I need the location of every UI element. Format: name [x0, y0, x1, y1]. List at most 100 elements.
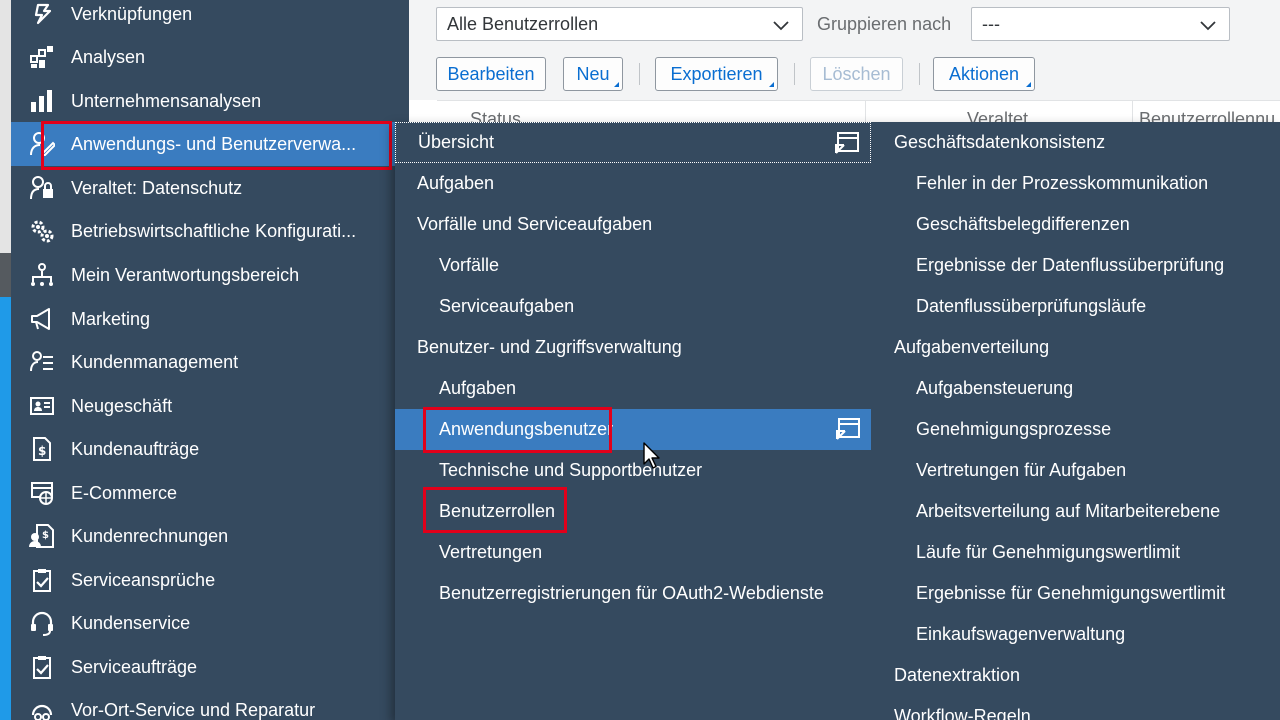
menu-item-label: Läufe für Genehmigungswertlimit [916, 542, 1181, 562]
toolbar: Bearbeiten Neu Exportieren Löschen Aktio… [409, 50, 1280, 100]
actions-button[interactable]: Aktionen [933, 57, 1035, 91]
menu-item-aufgabensteuerung[interactable]: Aufgabensteuerung [916, 368, 1073, 409]
menu-item-genehmigungsprozesse[interactable]: Genehmigungsprozesse [916, 409, 1111, 450]
sidebar-item-neugeschaeft[interactable]: Neugeschäft [11, 384, 409, 428]
sidebar-item-mein-verantwortungsbereich[interactable]: Mein Verantwortungsbereich [11, 253, 409, 297]
menu-item-benutzerregistrierungen-oauth2[interactable]: Benutzerregistrierungen für OAuth2-Webdi… [395, 573, 871, 614]
menu-item-vertretungen-fuer-aufgaben[interactable]: Vertretungen für Aufgaben [916, 450, 1126, 491]
edit-button[interactable]: Bearbeiten [436, 57, 546, 91]
dropdown-indicator-icon [769, 82, 774, 87]
menu-item-fehler-prozesskommunikation[interactable]: Fehler in der Prozesskommunikation [916, 163, 1208, 204]
menu-item-technische-und-supportbenutzer[interactable]: Technische und Supportbenutzer [395, 450, 871, 491]
sidebar-item-label: Mein Verantwortungsbereich [71, 264, 300, 285]
delete-button[interactable]: Löschen [810, 57, 903, 91]
menu-item-label: Datenextraktion [894, 665, 1021, 685]
link-icon [27, 0, 57, 29]
svg-text:$: $ [38, 444, 46, 458]
new-button[interactable]: Neu [563, 57, 623, 91]
menu-item-label: Geschäftsdatenkonsistenz [894, 132, 1106, 152]
edit-button-label: Bearbeiten [447, 63, 535, 84]
flyout-menu: Übersicht Aufgaben Vorfälle und Servicea… [395, 122, 1280, 720]
sidebar-item-verknuepfungen[interactable]: Verknüpfungen [11, 0, 409, 36]
menu-item-label: Aufgabensteuerung [916, 378, 1074, 398]
sidebar-item-analysen[interactable]: Analysen [11, 35, 409, 79]
menu-item-anwendungsbenutzer[interactable]: Anwendungsbenutzer [395, 409, 871, 450]
menu-item-aufgaben[interactable]: Aufgaben [395, 163, 871, 204]
sidebar-item-label: E-Commerce [71, 482, 178, 503]
bar-chart-icon [27, 86, 57, 116]
role-filter-value: Alle Benutzerrollen [447, 13, 599, 34]
sidebar-item-betriebswirtschaftliche-konfiguration[interactable]: Betriebswirtschaftliche Konfigurati... [11, 209, 409, 253]
menu-item-label: Ergebnisse für Genehmigungswertlimit [916, 583, 1226, 603]
invoice-icon: $ [27, 521, 57, 551]
sidebar-item-kundenmanagement[interactable]: Kundenmanagement [11, 340, 409, 384]
user-edit-icon [27, 129, 57, 159]
menu-item-label: Benutzerregistrierungen für OAuth2-Webdi… [439, 583, 824, 603]
sidebar-item-kundenservice[interactable]: Kundenservice [11, 601, 409, 645]
sidebar-item-label: Serviceaufträge [71, 656, 198, 677]
menu-item-aufgaben-benutzer[interactable]: Aufgaben [395, 368, 871, 409]
sidebar-item-serviceauftraege[interactable]: Serviceaufträge [11, 645, 409, 689]
menu-item-arbeitsverteilung-mitarbeiterebene[interactable]: Arbeitsverteilung auf Mitarbeiterebene [916, 491, 1220, 532]
menu-item-label: Arbeitsverteilung auf Mitarbeiterebene [916, 501, 1221, 521]
menu-item-vorfaelle[interactable]: Vorfälle [395, 245, 871, 286]
id-card-icon [27, 391, 57, 421]
new-button-label: Neu [576, 63, 610, 84]
sidebar-item-marketing[interactable]: Marketing [11, 297, 409, 341]
menu-item-label: Aufgaben [439, 378, 517, 398]
sidebar-item-label: Kundenaufträge [71, 438, 200, 459]
sidebar-item-vor-ort-service[interactable]: Vor-Ort-Service und Reparatur [11, 688, 409, 720]
sidebar-item-label: Kundenservice [71, 612, 191, 633]
sidebar-item-label: Anwendungs- und Benutzerverwa... [71, 133, 357, 154]
menu-item-geschaeftsbelegdifferenzen[interactable]: Geschäftsbelegdifferenzen [916, 204, 1130, 245]
sidebar-item-e-commerce[interactable]: E-Commerce [11, 471, 409, 515]
open-in-new-window-icon[interactable] [835, 417, 861, 441]
group-by-value: --- [982, 13, 1000, 34]
menu-item-label: Vertretungen [439, 542, 543, 562]
sidebar-item-label: Veraltet: Datenschutz [71, 177, 243, 198]
group-by-label: Gruppieren nach [817, 14, 952, 34]
sidebar-item-kundenrechnungen[interactable]: $ Kundenrechnungen [11, 514, 409, 558]
menu-item-uebersicht[interactable]: Übersicht [395, 122, 871, 163]
export-button[interactable]: Exportieren [655, 57, 778, 91]
menu-item-datenextraktion[interactable]: Datenextraktion [894, 655, 1020, 696]
menu-item-workflow-regeln[interactable]: Workflow-Regeln [894, 696, 1031, 720]
sidebar-item-label: Serviceansprüche [71, 569, 216, 590]
menu-item-label: Vorfälle und Serviceaufgaben [417, 214, 653, 234]
menu-item-label: Einkaufswagenverwaltung [916, 624, 1126, 644]
open-in-new-window-icon[interactable] [834, 131, 860, 155]
toolbar-separator [794, 63, 795, 85]
group-by-select[interactable]: --- [971, 7, 1230, 41]
menu-item-label: Vertretungen für Aufgaben [916, 460, 1127, 480]
menu-item-label: Fehler in der Prozesskommunikation [916, 173, 1209, 193]
clipboard-check-icon [27, 652, 57, 682]
menu-item-vertretungen[interactable]: Vertretungen [395, 532, 871, 573]
sidebar-item-anwendungs-benutzerverwaltung[interactable]: Anwendungs- und Benutzerverwa... [11, 122, 409, 166]
menu-item-geschaeftsdatenkonsistenz[interactable]: Geschäftsdatenkonsistenz [894, 122, 1105, 163]
menu-item-benutzer-und-zugriffsverwaltung[interactable]: Benutzer- und Zugriffsverwaltung [395, 327, 871, 368]
menu-item-datenflussueberpruefungslaeufe[interactable]: Datenflussüberprüfungsläufe [916, 286, 1146, 327]
svg-text:$: $ [42, 530, 49, 541]
menu-item-benutzerrollen[interactable]: Benutzerrollen [395, 491, 871, 532]
menu-item-label: Workflow-Regeln [894, 706, 1031, 720]
menu-item-aufgabenverteilung[interactable]: Aufgabenverteilung [894, 327, 1049, 368]
sidebar-item-kundenauftraege[interactable]: $ Kundenaufträge [11, 427, 409, 471]
menu-item-ergebnisse-datenflussueberpruefung[interactable]: Ergebnisse der Datenflussüberprüfung [916, 245, 1224, 286]
window-edge-accent [0, 297, 11, 720]
menu-item-label: Technische und Supportbenutzer [439, 460, 703, 480]
chevron-down-icon [773, 21, 789, 31]
repair-icon [27, 695, 57, 720]
menu-item-laeufe-genehmigungswertlimit[interactable]: Läufe für Genehmigungswertlimit [916, 532, 1180, 573]
sidebar-item-veraltet-datenschutz[interactable]: Veraltet: Datenschutz [11, 166, 409, 210]
sidebar-item-unternehmensanalysen[interactable]: Unternehmensanalysen [11, 79, 409, 123]
menu-item-einkaufswagenverwaltung[interactable]: Einkaufswagenverwaltung [916, 614, 1125, 655]
sidebar-item-label: Unternehmensanalysen [71, 90, 262, 111]
sidebar-item-label: Vor-Ort-Service und Reparatur [71, 699, 316, 720]
menu-item-ergebnisse-genehmigungswertlimit[interactable]: Ergebnisse für Genehmigungswertlimit [916, 573, 1225, 614]
sidebar-item-serviceansprueche[interactable]: Serviceansprüche [11, 558, 409, 602]
export-button-label: Exportieren [670, 63, 763, 84]
menu-item-vorfaelle-und-serviceaufgaben[interactable]: Vorfälle und Serviceaufgaben [395, 204, 871, 245]
role-filter-select[interactable]: Alle Benutzerrollen [436, 7, 803, 41]
menu-item-serviceaufgaben[interactable]: Serviceaufgaben [395, 286, 871, 327]
megaphone-icon [27, 304, 57, 334]
